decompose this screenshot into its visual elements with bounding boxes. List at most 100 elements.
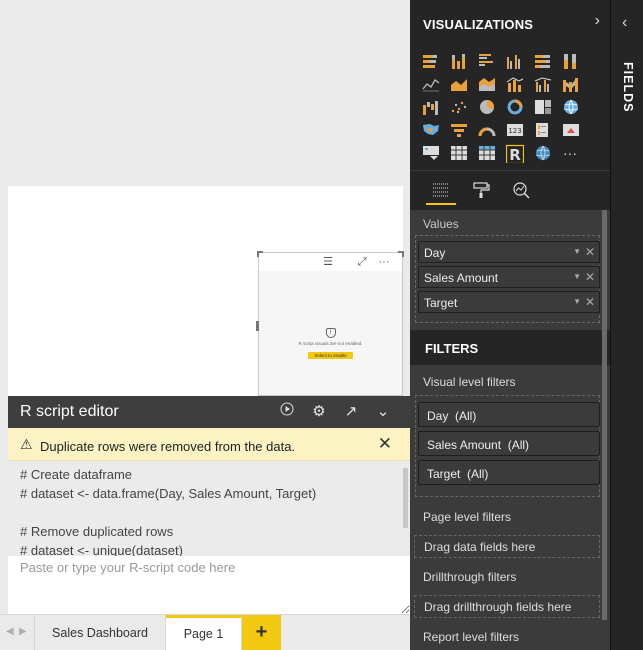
matrix-icon[interactable] (474, 142, 502, 165)
drillthrough-drop-zone[interactable]: Drag drillthrough fields here (414, 595, 600, 618)
100-percent-column-chart-icon[interactable] (558, 50, 586, 73)
r-visual-icon[interactable]: R (502, 142, 530, 165)
field-label: Target (424, 296, 458, 310)
field-pill-sales-amount[interactable]: Sales Amount ▼ ✕ (418, 266, 600, 288)
map-icon[interactable] (558, 96, 586, 119)
100-percent-bar-chart-icon[interactable] (530, 50, 558, 73)
scatter-chart-icon[interactable] (446, 96, 474, 119)
filter-sales-amount[interactable]: Sales Amount (All) (418, 431, 600, 456)
r-script-editor: R script editor ⚙ ↗ ⌄ ⚠ Duplicate rows w… (8, 396, 410, 615)
visualizations-header: VISUALIZATIONS › (410, 0, 610, 46)
page-filters-drop-zone[interactable]: Drag data fields here (414, 535, 600, 558)
filters-title: FILTERS (425, 341, 479, 356)
donut-chart-icon[interactable] (502, 96, 530, 119)
fields-pane-label: FIELDS (621, 62, 635, 113)
card-icon[interactable]: 123 (502, 119, 530, 142)
line-chart-icon[interactable] (418, 73, 446, 96)
resize-handle[interactable] (257, 251, 263, 257)
slicer-icon[interactable] (418, 142, 446, 165)
warning-bar: ⚠ Duplicate rows were removed from the d… (8, 428, 410, 461)
gear-icon[interactable]: ⚙ (310, 402, 328, 422)
scrollbar[interactable] (602, 210, 607, 620)
table-icon[interactable] (446, 142, 474, 165)
ribbon-chart-icon[interactable] (558, 73, 586, 96)
warning-text: Duplicate rows were removed from the dat… (40, 439, 296, 454)
code-line: # Remove duplicated rows (20, 524, 174, 539)
chevron-down-icon[interactable]: ⌄ (374, 402, 392, 422)
open-external-icon[interactable]: ↗ (342, 402, 360, 422)
focus-mode-icon[interactable]: ⤢ (355, 255, 369, 269)
scrollbar[interactable] (403, 468, 408, 528)
gauge-icon[interactable] (474, 119, 502, 142)
resize-handle[interactable] (398, 251, 404, 257)
next-page-icon[interactable]: ▶ (19, 626, 27, 637)
code-line: # Create dataframe (20, 467, 133, 482)
chevron-left-icon[interactable]: ‹ (622, 14, 627, 32)
line-and-clustered-column-icon[interactable] (530, 73, 558, 96)
visual-level-filters-label: Visual level filters (423, 375, 516, 389)
field-label: Day (424, 246, 446, 260)
paint-roller-icon[interactable] (466, 177, 496, 205)
r-visual[interactable]: ☰ ⤢ ··· ! R script visuals are not enabl… (256, 251, 404, 396)
clustered-bar-chart-icon[interactable] (474, 50, 502, 73)
more-options-icon[interactable]: ··· (377, 255, 391, 269)
values-label: Values (423, 217, 459, 231)
waterfall-chart-icon[interactable] (418, 96, 446, 119)
filter-target[interactable]: Target (All) (418, 460, 600, 485)
stacked-bar-chart-icon[interactable] (418, 50, 446, 73)
tab-fields-well[interactable] (426, 177, 456, 205)
chevron-right-icon[interactable]: › (595, 12, 600, 30)
placeholder-text: R script visuals are not enabled. (298, 341, 363, 346)
dropdown-icon[interactable]: ▼ (573, 247, 581, 256)
filter-label: Day (All) (427, 409, 477, 423)
line-and-stacked-column-icon[interactable] (502, 73, 530, 96)
analytics-magnifier-icon[interactable] (506, 177, 536, 205)
warning-icon: ⚠ (20, 436, 33, 452)
area-chart-icon[interactable] (446, 73, 474, 96)
globe-icon[interactable] (530, 142, 558, 165)
kpi-icon[interactable] (558, 119, 586, 142)
close-icon[interactable]: ✕ (378, 434, 392, 454)
add-page-button[interactable]: + (242, 615, 281, 650)
remove-icon[interactable]: ✕ (585, 245, 595, 259)
filter-label: Sales Amount (All) (427, 438, 530, 452)
run-script-icon[interactable] (278, 402, 296, 422)
prev-page-icon[interactable]: ◀ (6, 626, 14, 637)
code-preamble: # Create dataframe # dataset <- data.fra… (8, 461, 410, 558)
page-level-filters-label: Page level filters (423, 510, 512, 524)
treemap-icon[interactable] (530, 96, 558, 119)
dropdown-icon[interactable]: ▼ (573, 272, 581, 281)
r-script-input[interactable] (8, 556, 410, 614)
resize-handle[interactable] (256, 321, 259, 331)
field-pill-day[interactable]: Day ▼ ✕ (418, 241, 600, 263)
shield-icon: ! (325, 328, 336, 338)
pie-chart-icon[interactable] (474, 96, 502, 119)
field-pill-target[interactable]: Target ▼ ✕ (418, 291, 600, 313)
svg-text:R: R (509, 146, 521, 163)
filter-day[interactable]: Day (All) (418, 402, 600, 427)
clustered-column-chart-icon[interactable] (502, 50, 530, 73)
filters-header: FILTERS (410, 330, 610, 365)
tab-sales-dashboard[interactable]: Sales Dashboard (34, 615, 166, 650)
multi-row-card-icon[interactable] (530, 119, 558, 142)
remove-icon[interactable]: ✕ (585, 295, 595, 309)
drillthrough-filters-label: Drillthrough filters (423, 570, 517, 584)
stacked-area-chart-icon[interactable] (474, 73, 502, 96)
tab-page-1[interactable]: Page 1 (166, 615, 242, 650)
visualizations-pane: VISUALIZATIONS › 123 R ··· Values Day ▼ … (410, 0, 610, 650)
more-visuals-icon[interactable]: ··· (558, 142, 586, 165)
remove-icon[interactable]: ✕ (585, 270, 595, 284)
fields-well: Values Day ▼ ✕ Sales Amount ▼ ✕ Target ▼… (410, 210, 610, 328)
enable-button[interactable]: Select to enable (308, 352, 353, 359)
svg-text:123: 123 (508, 127, 521, 135)
funnel-icon[interactable] (446, 119, 474, 142)
r-editor-titlebar: R script editor ⚙ ↗ ⌄ (8, 396, 410, 428)
visualizations-title: VISUALIZATIONS (423, 17, 534, 32)
drag-handle-icon[interactable]: ☰ (321, 255, 335, 269)
r-visual-placeholder: ! R script visuals are not enabled. Sele… (259, 323, 402, 360)
filled-map-icon[interactable] (418, 119, 446, 142)
dropdown-icon[interactable]: ▼ (573, 297, 581, 306)
fields-pane-collapsed[interactable]: ‹ FIELDS (610, 0, 643, 650)
stacked-column-chart-icon[interactable] (446, 50, 474, 73)
